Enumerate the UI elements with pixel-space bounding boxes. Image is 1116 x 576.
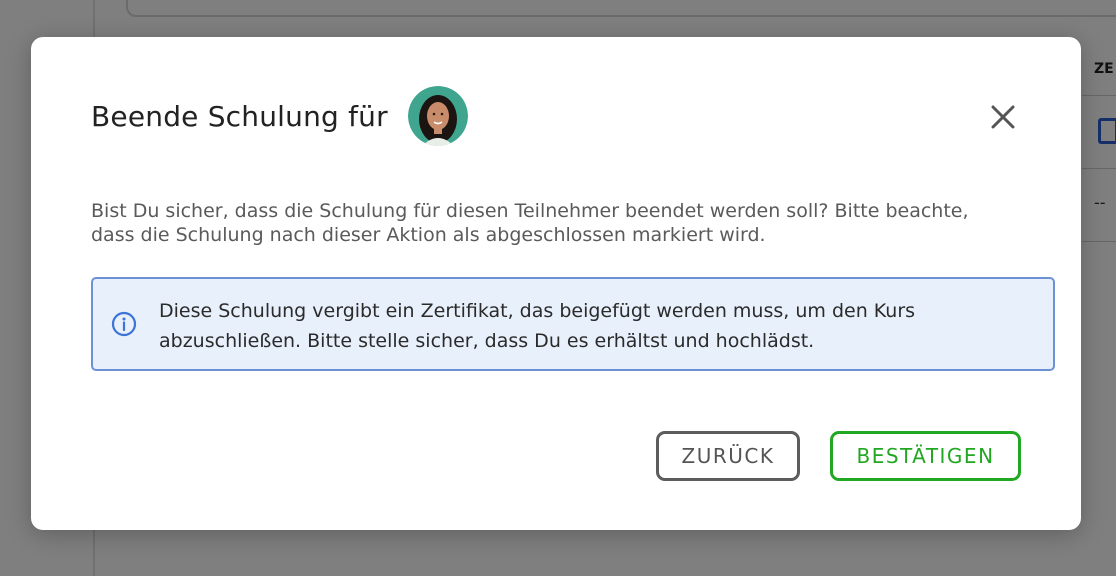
info-message: Diese Schulung vergibt ein Zertifikat, d… xyxy=(159,300,916,352)
certificate-info-alert: Diese Schulung vergibt ein Zertifikat, d… xyxy=(91,277,1055,371)
back-button[interactable]: ZURÜCK xyxy=(656,431,800,481)
avatar-image xyxy=(407,86,468,146)
end-training-dialog: Beende Schulung für Bist Du sicher, dass… xyxy=(31,37,1081,530)
info-icon xyxy=(111,311,137,337)
dialog-header: Beende Schulung für xyxy=(91,85,468,147)
confirm-button[interactable]: BESTÄTIGEN xyxy=(830,431,1021,481)
dialog-message: Bist Du sicher, dass die Schulung für di… xyxy=(91,200,969,246)
dialog-title: Beende Schulung für xyxy=(91,99,388,133)
participant-avatar xyxy=(407,86,468,146)
close-button[interactable] xyxy=(989,103,1017,131)
close-icon xyxy=(991,105,1015,129)
